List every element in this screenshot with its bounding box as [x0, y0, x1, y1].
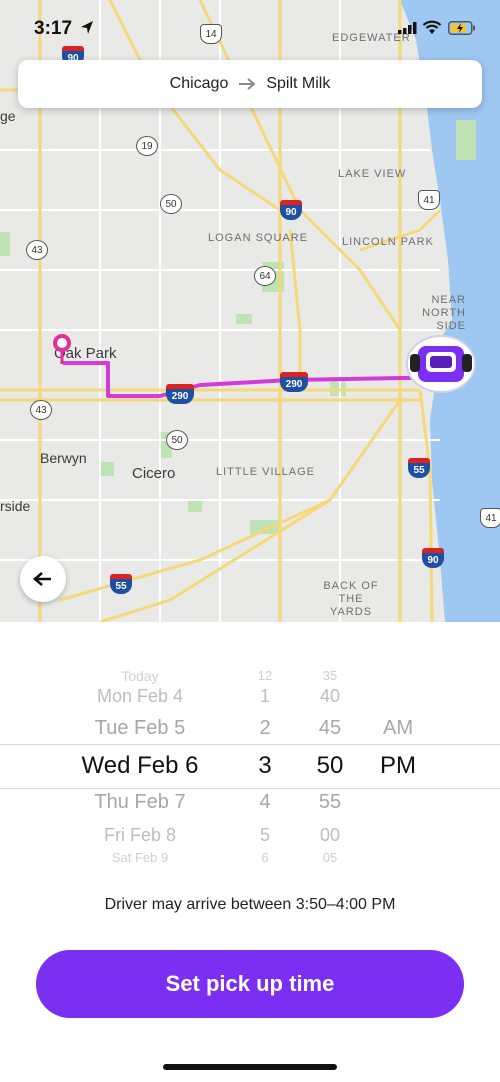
- minute-option[interactable]: 00: [300, 825, 360, 846]
- map-label-partial-edge: ge: [0, 108, 16, 124]
- driver-arrival-note: Driver may arrive between 3:50–4:00 PM: [104, 896, 396, 913]
- battery-charging-icon: [448, 21, 475, 35]
- map-label-lincoln-park: LINCOLN PARK: [342, 236, 434, 248]
- pickup-time-picker[interactable]: Today Mon Feb 4 Tue Feb 5 Wed Feb 6 Thu …: [0, 622, 500, 884]
- wifi-icon: [422, 20, 442, 34]
- map-label-little-village: LITTLE VILLAGE: [216, 466, 315, 478]
- route-destination: Spilt Milk: [266, 75, 331, 92]
- highway-shield-41-south: 41: [480, 508, 500, 528]
- route-summary-card[interactable]: Chicago Spilt Milk: [18, 60, 482, 108]
- highway-shield-64: 64: [254, 266, 276, 286]
- minute-option[interactable]: 45: [300, 717, 360, 740]
- set-pickup-time-button[interactable]: Set pick up time: [36, 950, 464, 1018]
- location-arrow-icon: [81, 21, 93, 34]
- car-icon: [406, 335, 476, 393]
- highway-shield-290-west: 290: [166, 384, 194, 404]
- back-button[interactable]: [20, 556, 66, 602]
- ampm-option-selected[interactable]: PM: [366, 752, 430, 780]
- minute-option-selected[interactable]: 50: [300, 752, 360, 780]
- map-label-lake-view: LAKE VIEW: [338, 168, 407, 180]
- origin-pin-icon: [53, 334, 71, 364]
- minute-option[interactable]: 35: [300, 668, 360, 683]
- highway-shield-55: 55: [408, 458, 430, 478]
- map-label-logan-square: LOGAN SQUARE: [208, 232, 309, 244]
- date-option[interactable]: Today: [40, 668, 240, 684]
- highway-shield-19: 19: [136, 136, 158, 156]
- date-option[interactable]: Thu Feb 7: [40, 791, 240, 814]
- hour-option[interactable]: 1: [238, 686, 292, 707]
- date-option[interactable]: Mon Feb 4: [40, 686, 240, 707]
- hour-option[interactable]: 2: [238, 717, 292, 740]
- highway-shield-50: 50: [160, 194, 182, 214]
- minute-option[interactable]: 40: [300, 686, 360, 707]
- arrow-right-icon: [239, 78, 256, 90]
- hour-option[interactable]: 5: [238, 825, 292, 846]
- status-time: 3:17: [34, 18, 73, 39]
- highway-shield-41: 41: [418, 190, 440, 210]
- picker-selection-line-bottom: [0, 788, 500, 789]
- minute-option[interactable]: 55: [300, 791, 360, 814]
- highway-shield-50-south: 50: [166, 430, 188, 450]
- highway-shield-290-east: 290: [280, 372, 308, 392]
- date-option[interactable]: Tue Feb 5: [40, 717, 240, 740]
- highway-shield-43: 43: [26, 240, 48, 260]
- arrow-left-icon: [33, 572, 51, 586]
- hour-option-selected[interactable]: 3: [238, 752, 292, 780]
- home-indicator[interactable]: [163, 1064, 337, 1070]
- status-bar: 3:17: [0, 0, 500, 54]
- highway-shield-90-north: 90: [280, 200, 302, 220]
- hour-option[interactable]: 12: [238, 668, 292, 683]
- highway-shield-90-south: 90: [422, 548, 444, 568]
- date-option[interactable]: Sat Feb 9: [40, 850, 240, 865]
- map-label-riverside-partial: rside: [0, 498, 31, 514]
- ampm-option[interactable]: AM: [366, 717, 430, 740]
- map-label-near-north-side: NEAR NORTH SIDE: [422, 294, 466, 332]
- route-origin: Chicago: [169, 75, 229, 92]
- signal-icon: [398, 22, 417, 34]
- map-label-cicero: Cicero: [132, 465, 176, 482]
- minute-option[interactable]: 05: [300, 850, 360, 865]
- date-option-selected[interactable]: Wed Feb 6: [40, 752, 240, 780]
- picker-selection-line-top: [0, 744, 500, 745]
- map-view[interactable]: EDGEWATER LAKE VIEW LOGAN SQUARE LINCOLN…: [0, 0, 500, 622]
- highway-shield-55-west: 55: [110, 574, 132, 594]
- highway-shield-43-south: 43: [30, 400, 52, 420]
- map-label-berwyn: Berwyn: [40, 450, 87, 466]
- hour-option[interactable]: 6: [238, 850, 292, 865]
- hour-option[interactable]: 4: [238, 791, 292, 814]
- date-option[interactable]: Fri Feb 8: [40, 825, 240, 846]
- map-label-back-of-the-yards: BACK OF THE YARDS: [323, 580, 379, 618]
